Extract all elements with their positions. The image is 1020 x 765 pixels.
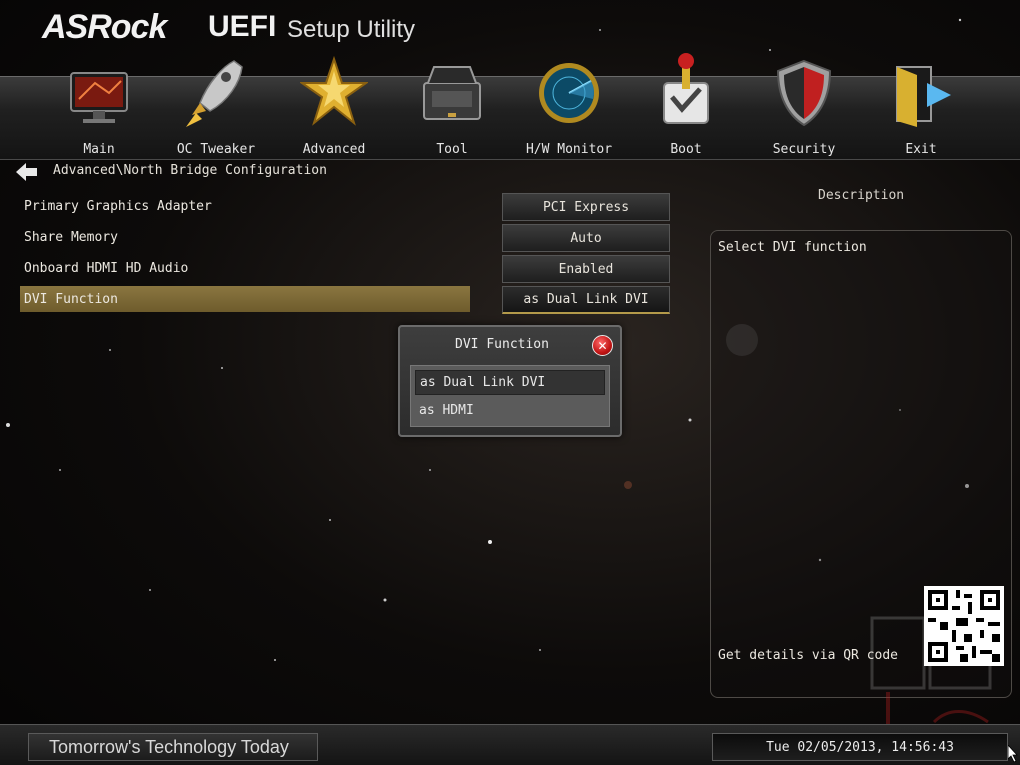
monitor-icon bbox=[70, 72, 128, 123]
description-text: Select DVI function bbox=[718, 240, 867, 255]
tab-label: Main bbox=[83, 142, 115, 157]
popup-option-dual-link-dvi[interactable]: as Dual Link DVI bbox=[415, 370, 605, 395]
tab-boot[interactable]: Boot bbox=[628, 53, 744, 161]
tab-advanced[interactable]: Advanced bbox=[276, 55, 392, 161]
rocket-icon bbox=[186, 60, 243, 127]
tab-label: Tool bbox=[436, 142, 468, 157]
setting-label-dvi-function[interactable]: DVI Function bbox=[24, 292, 118, 307]
product-subtitle: Setup Utility bbox=[287, 16, 416, 43]
value-onboard-hdmi-hd-audio[interactable]: Enabled bbox=[502, 255, 670, 283]
popup-option-hdmi[interactable]: as HDMI bbox=[415, 398, 605, 423]
dvi-function-popup: DVI Function ✕ as Dual Link DVI as HDMI bbox=[398, 325, 622, 437]
boot-switch-icon bbox=[663, 53, 709, 124]
popup-option-list: as Dual Link DVI as HDMI bbox=[410, 365, 610, 427]
tab-hw-monitor[interactable]: H/W Monitor bbox=[511, 63, 627, 161]
tab-label: Boot bbox=[670, 142, 702, 157]
qr-code-hint: Get details via QR code bbox=[718, 648, 899, 663]
setting-label-primary-graphics-adapter[interactable]: Primary Graphics Adapter bbox=[24, 199, 212, 214]
main-menu-bar: Main OC Tweaker Advanced Tool H/W Monito… bbox=[0, 53, 1020, 161]
tab-security[interactable]: Security bbox=[746, 59, 862, 161]
mouse-cursor-icon bbox=[1008, 745, 1018, 763]
brand-logo: ASRock bbox=[42, 8, 167, 46]
footer-bar: Tomorrow's Technology Today Tue 02/05/20… bbox=[0, 724, 1020, 765]
tab-label: Exit bbox=[905, 142, 937, 157]
footer-slogan: Tomorrow's Technology Today bbox=[28, 733, 318, 761]
close-icon[interactable]: ✕ bbox=[592, 335, 613, 356]
product-name: UEFI bbox=[208, 10, 277, 43]
value-primary-graphics-adapter[interactable]: PCI Express bbox=[502, 193, 670, 221]
tab-label: Advanced bbox=[302, 142, 366, 157]
tab-label: H/W Monitor bbox=[525, 142, 613, 157]
description-title: Description bbox=[818, 188, 905, 203]
breadcrumb: Advanced\North Bridge Configuration bbox=[53, 163, 327, 178]
exit-door-icon bbox=[896, 66, 951, 127]
tab-exit[interactable]: Exit bbox=[863, 66, 979, 161]
toolbox-icon bbox=[423, 66, 481, 120]
value-share-memory[interactable]: Auto bbox=[502, 224, 670, 252]
setting-label-share-memory[interactable]: Share Memory bbox=[24, 230, 118, 245]
tab-label: Security bbox=[772, 142, 836, 157]
tab-oc-tweaker[interactable]: OC Tweaker bbox=[158, 60, 274, 161]
star-icon bbox=[300, 55, 368, 126]
tab-label: OC Tweaker bbox=[176, 142, 256, 157]
header: ASRock UEFI Setup Utility bbox=[0, 0, 1020, 76]
setting-label-onboard-hdmi-hd-audio[interactable]: Onboard HDMI HD Audio bbox=[24, 261, 188, 276]
qr-code-icon bbox=[924, 586, 1004, 666]
radar-icon bbox=[539, 63, 599, 123]
back-arrow-icon[interactable] bbox=[16, 163, 38, 181]
value-dvi-function[interactable]: as Dual Link DVI bbox=[502, 286, 670, 314]
shield-icon bbox=[776, 59, 832, 127]
footer-clock: Tue 02/05/2013, 14:56:43 bbox=[712, 733, 1008, 761]
tab-tool[interactable]: Tool bbox=[394, 66, 510, 161]
popup-title: DVI Function bbox=[455, 337, 549, 352]
tab-main[interactable]: Main bbox=[41, 72, 157, 161]
